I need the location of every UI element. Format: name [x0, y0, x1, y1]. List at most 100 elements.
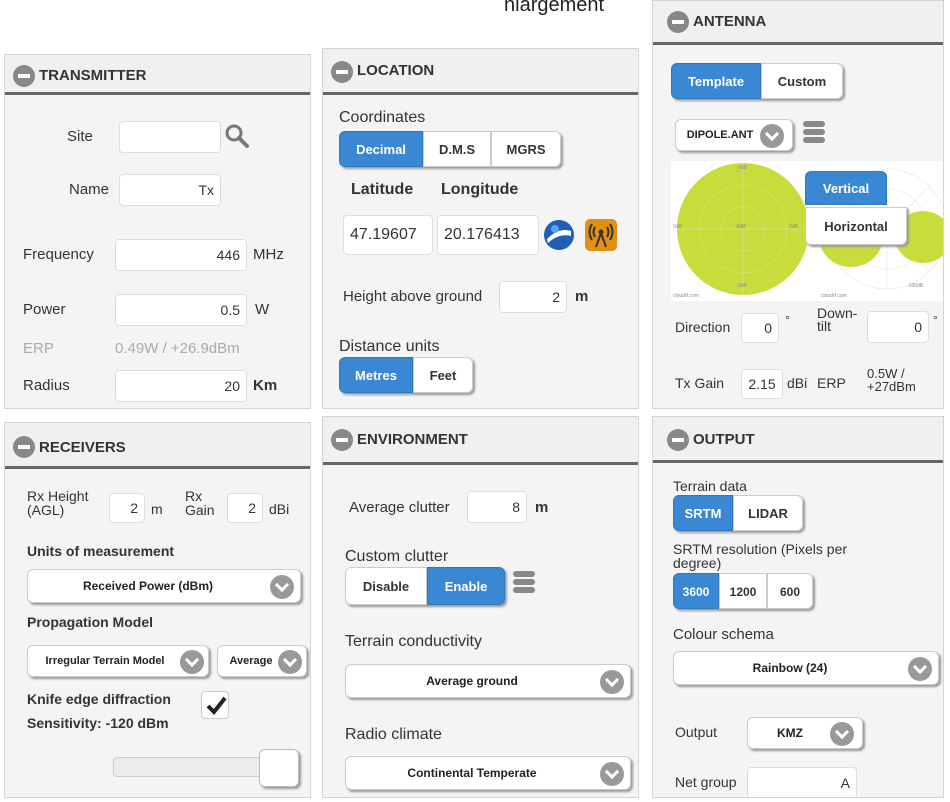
propagation-mode-select[interactable]: Average — [217, 645, 307, 677]
colour-schema-select[interactable]: Rainbow (24) — [673, 651, 939, 685]
longitude-label: Longitude — [441, 181, 519, 198]
antenna-template-select[interactable]: DIPOLE.ANT — [675, 119, 793, 151]
panel-title: RECEIVERS — [39, 439, 126, 456]
output-panel: OUTPUT Terrain data SRTM LIDAR SRTM reso… — [652, 416, 944, 798]
custom-clutter-disable[interactable]: Disable — [345, 567, 427, 605]
terrain-data-label: Terrain data — [673, 478, 747, 494]
terrain-srtm-button[interactable]: SRTM — [673, 495, 733, 531]
units-select[interactable]: Received Power (dBm) — [27, 569, 301, 603]
name-label: Name — [69, 181, 110, 198]
power-label: Power — [23, 301, 66, 318]
rx-height-input[interactable]: 2 — [109, 493, 145, 523]
power-input[interactable]: 0.5 — [115, 294, 247, 326]
propagation-model-select[interactable]: Irregular Terrain Model — [27, 645, 209, 677]
frequency-unit: MHz — [253, 246, 284, 263]
coord-mode-decimal[interactable]: Decimal — [339, 131, 423, 167]
rx-height-unit: m — [151, 501, 163, 517]
terrain-conductivity-value: Average ground — [426, 674, 518, 688]
coord-mode-mgrs[interactable]: MGRS — [491, 131, 561, 167]
output-format-value: KMZ — [777, 726, 803, 740]
checkmark-icon — [206, 696, 227, 716]
tx-gain-input[interactable]: 2.15 — [741, 369, 783, 399]
height-label: Height above ground — [343, 288, 483, 305]
antenna-header[interactable]: ANTENNA — [653, 1, 943, 45]
radius-unit: Km — [253, 377, 278, 394]
collapse-minus-icon[interactable] — [331, 61, 353, 83]
resolution-3600-button[interactable]: 3600 — [673, 573, 719, 609]
collapse-minus-icon[interactable] — [667, 11, 689, 33]
units-value: Received Power (dBm) — [82, 579, 214, 593]
tx-gain-label: Tx Gain — [675, 375, 725, 391]
custom-clutter-enable[interactable]: Enable — [427, 567, 505, 605]
collapse-minus-icon[interactable] — [331, 429, 353, 451]
pattern-mark-center: -0dB — [735, 224, 746, 230]
net-group-input[interactable]: A — [747, 767, 857, 797]
direction-unit: ° — [785, 313, 790, 327]
search-icon[interactable] — [224, 123, 250, 149]
chevron-down-icon — [278, 650, 302, 674]
sensitivity-slider-handle[interactable] — [259, 749, 299, 787]
collapse-minus-icon[interactable] — [13, 65, 35, 87]
pattern-mark-top: 0dB — [738, 165, 747, 171]
resolution-600-button[interactable]: 600 — [767, 573, 813, 609]
colour-schema-label: Colour schema — [673, 626, 774, 643]
resolution-1200-button[interactable]: 1200 — [719, 573, 767, 609]
google-earth-globe-icon[interactable] — [543, 219, 575, 251]
frequency-input[interactable]: 446 — [115, 239, 247, 271]
antenna-custom-button[interactable]: Custom — [761, 63, 843, 99]
antenna-template-button[interactable]: Template — [671, 63, 761, 99]
name-input[interactable]: Tx — [119, 174, 221, 206]
rx-height-label: Rx Height (AGL) — [27, 488, 89, 518]
site-label: Site — [67, 128, 93, 145]
receivers-panel: RECEIVERS Rx Height (AGL) 2 m Rx Gain 2 … — [4, 422, 311, 798]
height-input[interactable]: 2 — [499, 281, 567, 313]
chevron-down-icon — [600, 762, 624, 786]
list-icon[interactable] — [803, 121, 825, 147]
terrain-data-toggle: SRTM LIDAR — [673, 495, 803, 531]
distance-feet[interactable]: Feet — [413, 357, 473, 393]
pattern-vertical-button[interactable]: Vertical — [805, 171, 887, 205]
transmitter-panel: TRANSMITTER Site Name Tx Frequency 446 M… — [4, 54, 311, 409]
clutter-input[interactable]: 8 — [467, 491, 527, 523]
knife-edge-checkbox[interactable] — [201, 691, 229, 719]
antenna-erp-label: ERP — [817, 375, 846, 391]
transmitter-header[interactable]: TRANSMITTER — [5, 55, 310, 95]
knife-edge-label: Knife edge diffraction — [27, 691, 171, 707]
chevron-down-icon — [908, 657, 932, 681]
output-format-select[interactable]: KMZ — [747, 717, 863, 749]
longitude-input[interactable]: 20.176413 — [437, 215, 539, 255]
radio-climate-select[interactable]: Continental Temperate — [345, 756, 631, 790]
srtm-resolution-toggle: 3600 1200 600 — [673, 573, 813, 609]
terrain-conductivity-label: Terrain conductivity — [345, 633, 482, 650]
direction-input[interactable]: 0 — [741, 313, 779, 343]
rx-gain-label: Rx Gain — [185, 488, 215, 518]
location-header[interactable]: LOCATION — [323, 49, 638, 95]
propagation-model-value: Irregular Terrain Model — [45, 655, 165, 667]
distance-metres[interactable]: Metres — [339, 357, 413, 393]
downtilt-input[interactable]: 0 — [867, 311, 929, 343]
environment-header[interactable]: ENVIRONMENT — [323, 417, 638, 465]
custom-clutter-toggle: Disable Enable — [345, 567, 505, 605]
radio-tower-icon[interactable] — [585, 219, 617, 251]
radius-input[interactable]: 20 — [115, 370, 247, 402]
receivers-header[interactable]: RECEIVERS — [5, 423, 310, 469]
collapse-minus-icon[interactable] — [13, 436, 35, 458]
custom-clutter-label: Custom clutter — [345, 548, 449, 565]
sensitivity-label: Sensitivity: -120 dBm — [27, 715, 169, 731]
latitude-input[interactable]: 47.19607 — [343, 215, 433, 255]
chevron-down-icon — [600, 670, 624, 694]
colour-schema-value: Rainbow (24) — [752, 661, 828, 675]
chevron-down-icon — [180, 650, 204, 674]
coord-mode-dms[interactable]: D.M.S — [423, 131, 491, 167]
pattern-mark-outer: -100dB — [907, 283, 924, 289]
terrain-conductivity-select[interactable]: Average ground — [345, 664, 631, 698]
erp-label: ERP — [23, 340, 54, 357]
collapse-minus-icon[interactable] — [667, 429, 689, 451]
direction-label: Direction — [675, 319, 731, 335]
rx-gain-input[interactable]: 2 — [227, 493, 263, 523]
list-icon[interactable] — [513, 571, 535, 597]
terrain-lidar-button[interactable]: LIDAR — [733, 495, 803, 531]
pattern-horizontal-button[interactable]: Horizontal — [805, 207, 907, 245]
output-header[interactable]: OUTPUT — [653, 417, 943, 463]
site-input[interactable] — [119, 121, 221, 153]
